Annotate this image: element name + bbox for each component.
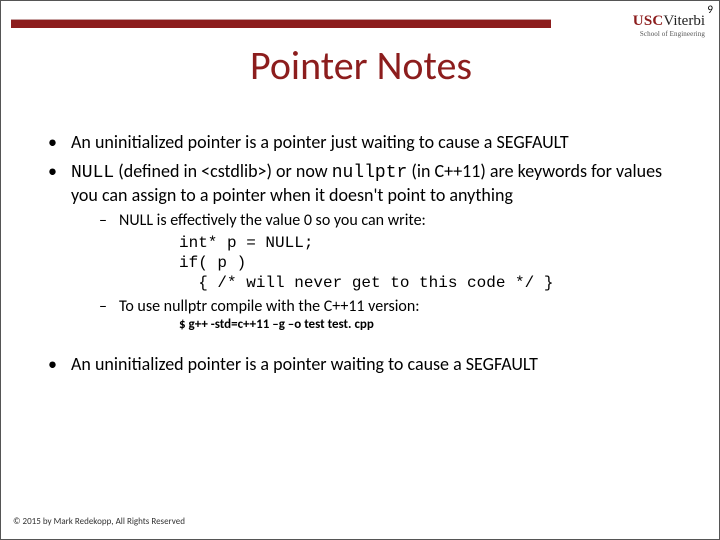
logo-top-line: USCViterbi	[633, 13, 705, 29]
bullet-3: An uninitialized pointer is a pointer wa…	[46, 353, 689, 376]
bullet-2-text-a: (defined in <cstdlib>) or now	[114, 160, 331, 182]
slide-content: An uninitialized pointer is a pointer ju…	[46, 131, 689, 381]
sub-bullet-2-text: To use nullptr compile with the C++11 ve…	[119, 297, 420, 316]
logo-subline: School of Engineering	[633, 31, 705, 38]
sub-bullet-2: To use nullptr compile with the C++11 ve…	[71, 297, 689, 333]
bullet-2-null: NULL	[71, 163, 114, 183]
usc-viterbi-logo: USCViterbi School of Engineering	[633, 13, 705, 38]
page-number: 9	[707, 3, 713, 16]
bullet-1: An uninitialized pointer is a pointer ju…	[46, 131, 689, 154]
slide-title: Pointer Notes	[1, 41, 720, 90]
sub-bullet-1: NULL is effectively the value 0 so you c…	[71, 211, 689, 293]
code-block: int* p = NULL; if( p ) { /* will never g…	[179, 233, 689, 293]
copyright-footer: © 2015 by Mark Redekopp, All Rights Rese…	[13, 516, 185, 527]
logo-usc-text: USC	[633, 13, 664, 29]
logo-viterbi-text: Viterbi	[663, 13, 705, 29]
sub-bullet-1-text: NULL is effectively the value 0 so you c…	[119, 211, 426, 230]
slide: 9 USCViterbi School of Engineering Point…	[0, 0, 720, 540]
bullet-2-nullptr: nullptr	[332, 163, 408, 183]
command-line: $ g++ -std=c++11 –g –o test test. cpp	[179, 317, 689, 333]
header-bar	[11, 19, 551, 28]
bullet-2: NULL (defined in <cstdlib>) or now nullp…	[46, 160, 689, 333]
